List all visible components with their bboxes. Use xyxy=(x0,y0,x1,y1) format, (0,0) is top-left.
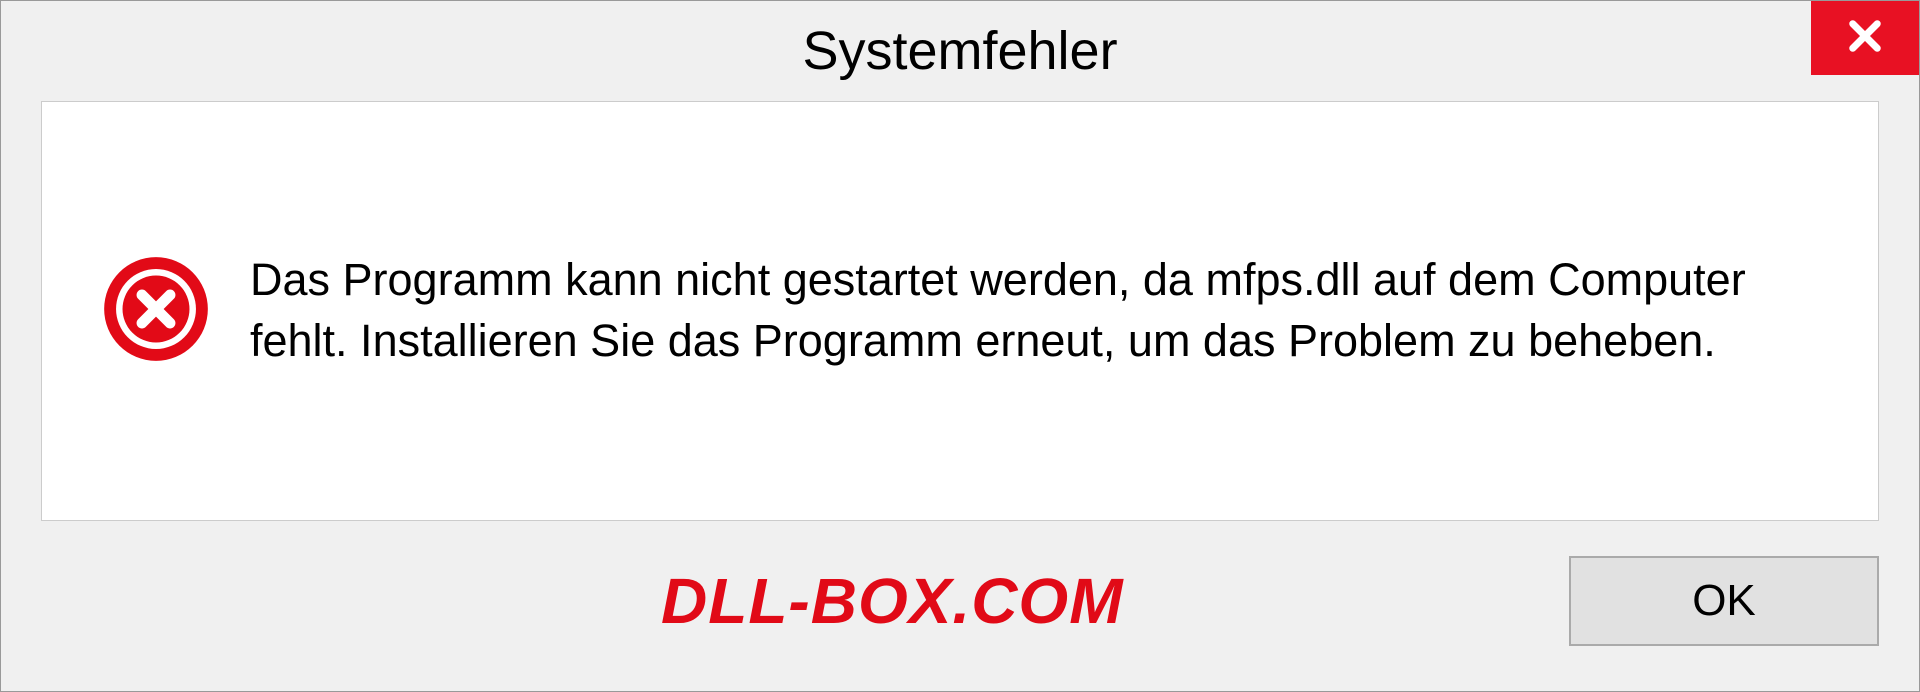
close-icon xyxy=(1844,15,1886,62)
dialog-title: Systemfehler xyxy=(802,20,1117,82)
error-message: Das Programm kann nicht gestartet werden… xyxy=(250,250,1818,372)
watermark-text: DLL-BOX.COM xyxy=(661,564,1124,638)
footer: DLL-BOX.COM OK xyxy=(1,541,1919,691)
ok-button[interactable]: OK xyxy=(1569,556,1879,646)
error-dialog: Systemfehler Das Programm kann nicht ges… xyxy=(0,0,1920,692)
titlebar: Systemfehler xyxy=(1,1,1919,101)
close-button[interactable] xyxy=(1811,1,1919,75)
content-area: Das Programm kann nicht gestartet werden… xyxy=(41,101,1879,521)
error-icon xyxy=(102,255,210,368)
